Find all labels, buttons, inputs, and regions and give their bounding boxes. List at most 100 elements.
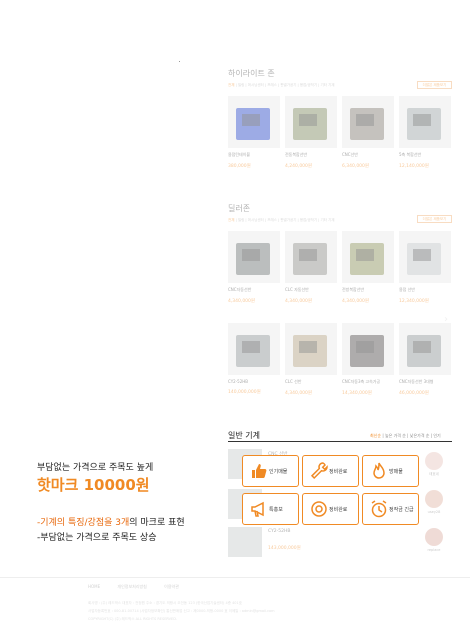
product-price: 4,340,000원 bbox=[285, 299, 313, 304]
sort-option-2[interactable]: 낮은가격 순 bbox=[410, 433, 430, 438]
seller-card[interactable]: replace bbox=[422, 528, 446, 552]
footer-info-line: COPYRIGHT(C) (주) 레드박스 ALL RIGHTS RESERVE… bbox=[88, 617, 178, 621]
thumbs-up-icon bbox=[252, 464, 267, 478]
product-card[interactable]: CNC자동3축 고속가공 14,340,000원 bbox=[342, 323, 394, 398]
deal-more-button[interactable]: 더많은 제품보기 bbox=[417, 215, 452, 223]
product-image bbox=[228, 323, 280, 375]
deal-category-3[interactable]: 프레스 bbox=[267, 218, 277, 222]
machine-window bbox=[242, 114, 260, 126]
product-name: 용접 선반 bbox=[399, 287, 415, 292]
product-name: 5축 복합선반 bbox=[399, 152, 422, 157]
deal-category-4[interactable]: 판넬가공기 bbox=[280, 218, 296, 222]
deal-category-2[interactable]: 머시닝센터 bbox=[248, 218, 264, 222]
product-image bbox=[342, 323, 394, 375]
seller-name: replace bbox=[427, 548, 441, 552]
product-price: 12,140,000원 bbox=[399, 164, 429, 169]
highlight-title: 하이라이트 존 bbox=[228, 69, 275, 78]
highlight-more-button[interactable]: 더많은 제품보기 bbox=[417, 81, 452, 89]
seller-name: 태호네 bbox=[429, 472, 439, 476]
sort-option-1[interactable]: 높은 가격 순 bbox=[385, 433, 406, 438]
product-card[interactable]: 전동복합선반 4,240,000원 bbox=[285, 96, 337, 171]
badge-hot: 방매물 bbox=[362, 455, 419, 487]
product-card[interactable]: CLC 자동선반 4,340,000원 bbox=[285, 231, 337, 306]
machine-window bbox=[413, 249, 431, 261]
sort-option-0[interactable]: 최신순 bbox=[370, 433, 381, 438]
wrench-icon bbox=[310, 462, 328, 480]
product-image bbox=[285, 231, 337, 283]
product-image bbox=[228, 231, 280, 283]
product-card[interactable]: CNC자동선반 4,340,000원 bbox=[228, 231, 280, 306]
highlight-category-4[interactable]: 판넬가공기 bbox=[280, 83, 296, 87]
product-card[interactable]: CNC선반 6,340,000원 bbox=[342, 96, 394, 171]
badge-urgent: 정작금 긴급 bbox=[362, 493, 419, 525]
product-card[interactable]: 전방복합선반 4,340,000원 bbox=[342, 231, 394, 306]
product-card[interactable]: 용접 선반 12,340,000원 bbox=[399, 231, 451, 306]
product-price: 4,340,000원 bbox=[228, 299, 256, 304]
product-price: 14,340,000원 bbox=[342, 391, 372, 396]
product-price: 12,340,000원 bbox=[399, 299, 429, 304]
product-name: 전방복합선반 bbox=[342, 287, 365, 292]
footer-link-privacy[interactable]: 개인정보처리방침 bbox=[117, 584, 146, 589]
footer-divider bbox=[0, 577, 470, 578]
footer-link-terms[interactable]: 이용약관 bbox=[164, 584, 179, 589]
product-name: CLC 자동선반 bbox=[285, 287, 309, 292]
product-name: CNC자동선반 bbox=[228, 287, 252, 292]
product-image bbox=[228, 96, 280, 148]
promo-line3-c: 의 마크로 표현 bbox=[129, 518, 185, 528]
footer-info-line: 사업자등록번호 : 000-81-00714 (사업자정보확인) 통신판매업 신… bbox=[88, 609, 275, 613]
promo-line3-a: -기계의 특징/강점을 bbox=[37, 518, 116, 528]
product-image bbox=[285, 96, 337, 148]
machine-window bbox=[356, 249, 374, 261]
product-name: CNC자동3축 고속가공 bbox=[342, 379, 381, 384]
product-name: CNC자동선반 3대형 bbox=[399, 379, 434, 384]
product-card[interactable]: CNC자동선반 3대형 46,000,000원 bbox=[399, 323, 451, 398]
badge-maintained: 정비완료 bbox=[302, 455, 359, 487]
seller-card[interactable]: 태호네 bbox=[422, 452, 446, 477]
product-card[interactable]: 5축 복합선반 12,140,000원 bbox=[399, 96, 451, 171]
product-price: 46,000,000원 bbox=[399, 391, 429, 396]
divider bbox=[228, 441, 452, 442]
footer-info-line: 회사명 : (주) 레드박스 대표자 : 전정원 주소 : 경기도 의왕시 오전… bbox=[88, 601, 242, 605]
page: 하이라이트 존 전체 | 밀링 | 머시닝센터 | 프레스 | 판넬가공기 | … bbox=[0, 0, 470, 637]
product-price: 4,340,000원 bbox=[342, 299, 370, 304]
machine-window bbox=[413, 114, 431, 126]
machine-window bbox=[356, 114, 374, 126]
highlight-category-5[interactable]: 용접/공작기 bbox=[300, 83, 317, 87]
footer-link-home[interactable]: HOME bbox=[88, 584, 100, 589]
product-card[interactable]: 용접턴테이블 380,000원 bbox=[228, 96, 280, 171]
product-image bbox=[342, 231, 394, 283]
machine-window bbox=[299, 114, 317, 126]
deal-category-5[interactable]: 용접/공작기 bbox=[300, 218, 317, 222]
product-image bbox=[399, 231, 451, 283]
highlight-category-3[interactable]: 프레스 bbox=[267, 83, 277, 87]
gear-icon bbox=[311, 501, 327, 517]
product-image bbox=[285, 323, 337, 375]
highlight-category-6[interactable]: 기타 기계 bbox=[321, 83, 335, 87]
seller-card[interactable]: usey28 bbox=[422, 490, 446, 514]
product-card[interactable]: CY2-52HB 140,000,000원 bbox=[228, 323, 280, 397]
general-title: 일반 기계 bbox=[228, 431, 260, 440]
highlight-category-row: 전체 | 밀링 | 머시닝센터 | 프레스 | 판넬가공기 | 용접/공작기 |… bbox=[228, 83, 335, 88]
product-price: 380,000원 bbox=[228, 164, 251, 169]
product-card[interactable]: CLC 선반 4,340,000원 bbox=[285, 323, 337, 398]
badge-popular: 인기매물 bbox=[242, 455, 299, 487]
sort-option-3[interactable]: 인기 bbox=[433, 433, 440, 438]
product-price: 4,240,000원 bbox=[285, 164, 313, 169]
product-name: 전동복합선반 bbox=[285, 152, 308, 157]
product-price: 4,340,000원 bbox=[285, 391, 313, 396]
seller-name: usey28 bbox=[427, 510, 441, 514]
row-thumbnail bbox=[228, 527, 262, 557]
highlight-category-2[interactable]: 머시닝센터 bbox=[248, 83, 264, 87]
machine-window bbox=[413, 341, 431, 353]
deal-category-6[interactable]: 기타 기계 bbox=[321, 218, 335, 222]
megaphone-icon bbox=[251, 501, 264, 517]
badge-promo: 특홍보 bbox=[242, 493, 299, 525]
machine-window bbox=[356, 341, 374, 353]
footer-nav: HOME 개인정보처리방침 이용약관 bbox=[88, 584, 195, 590]
fire-icon bbox=[373, 462, 385, 479]
next-arrow-icon[interactable]: › bbox=[444, 314, 448, 325]
badge-label: 정비완료 bbox=[329, 469, 348, 475]
promo-line3: -기계의 특징/강점을 3개의 마크로 표현 bbox=[37, 515, 185, 528]
table-row[interactable]: CY2-52HB 143,000,000원 bbox=[228, 527, 418, 557]
product-image bbox=[342, 96, 394, 148]
